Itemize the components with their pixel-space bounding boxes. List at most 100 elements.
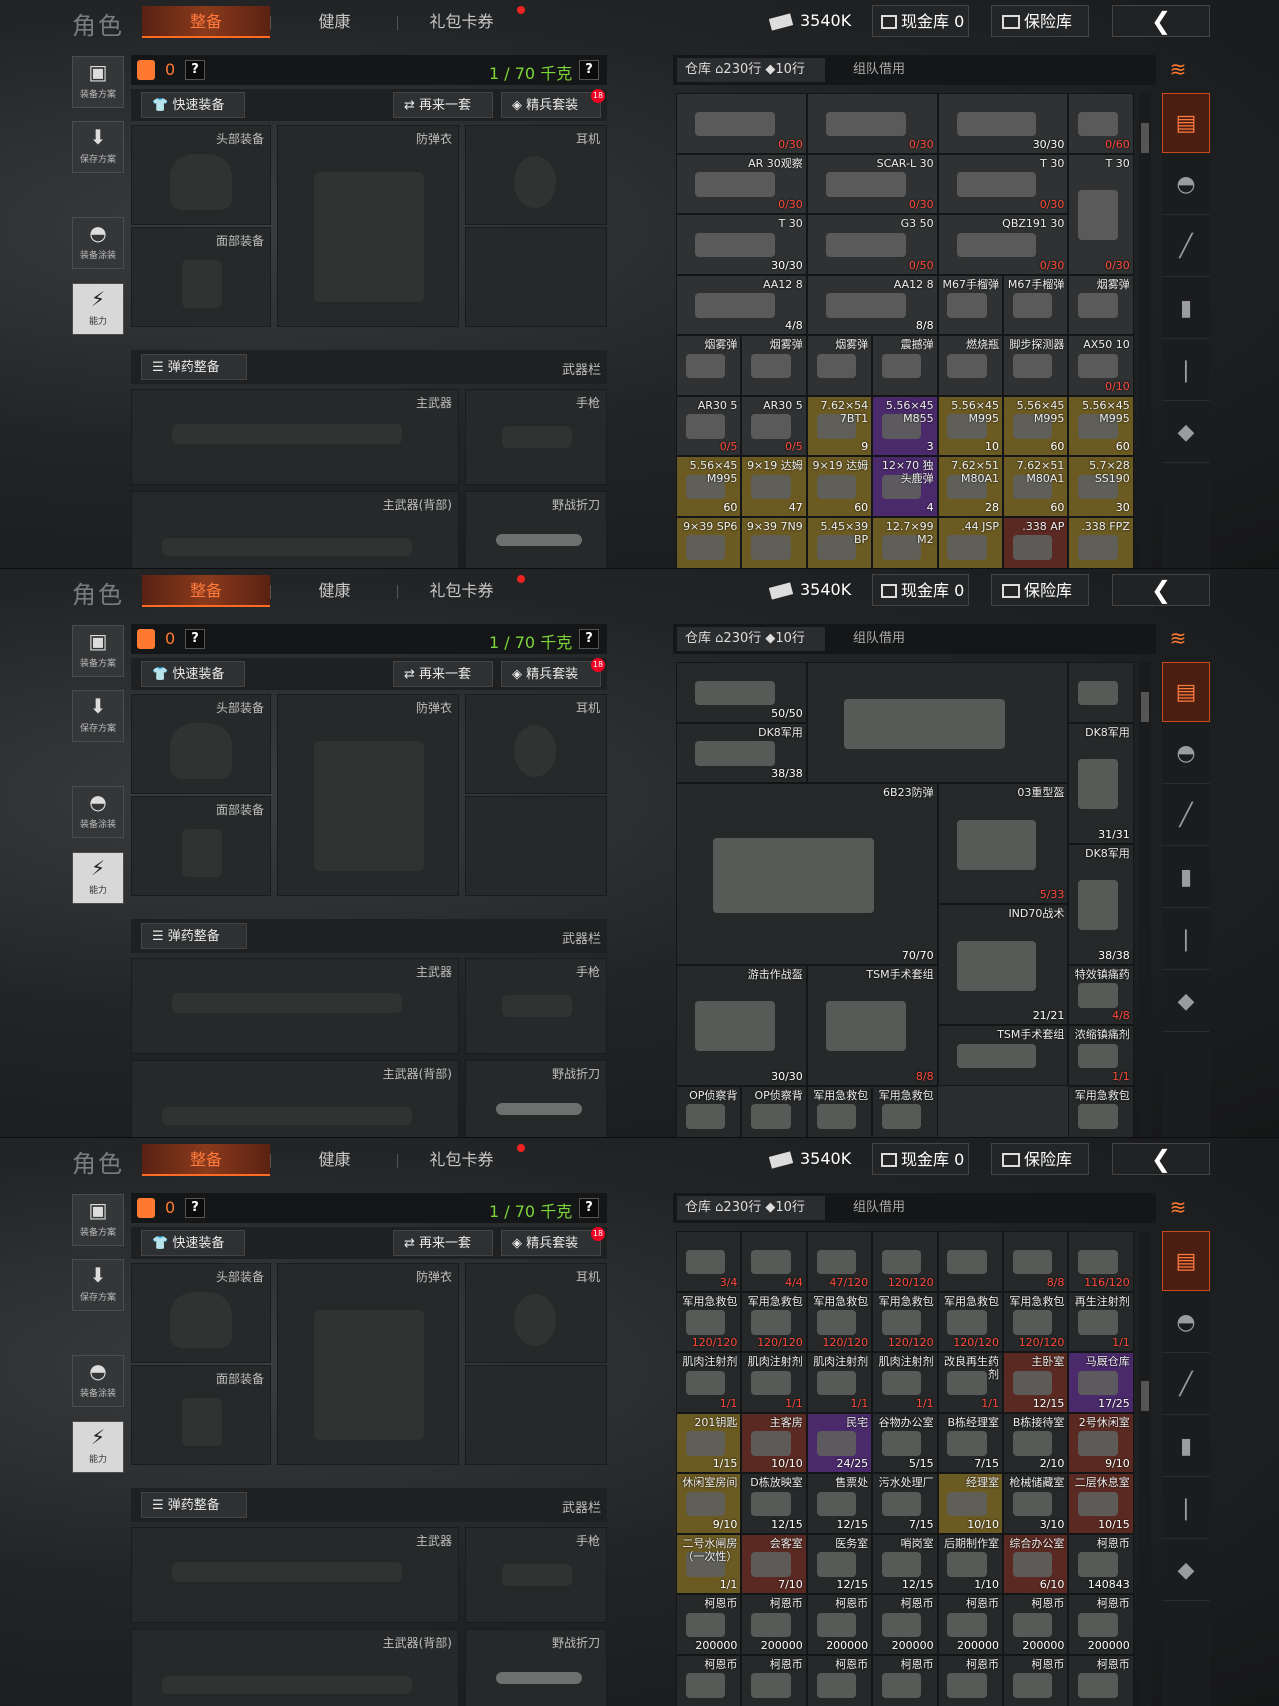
inventory-item[interactable]: T 30 30/30: [676, 214, 807, 275]
elite-set-button[interactable]: ◈ 精兵套装: [501, 661, 601, 687]
loadout-plan-button[interactable]: ▣ 装备方案: [72, 56, 124, 108]
cash-vault-button[interactable]: 现金库 0: [872, 5, 969, 37]
inventory-item[interactable]: 柯恩币 200000: [1003, 1594, 1069, 1655]
team-borrow-tab[interactable]: 组队借用: [853, 627, 905, 651]
inventory-item[interactable]: 柯恩币: [806, 1654, 873, 1706]
inventory-item[interactable]: 柯恩币: [872, 1654, 938, 1706]
inventory-item[interactable]: 5.45×39 BP: [806, 516, 873, 568]
ability-button[interactable]: ⚡ 能力: [72, 852, 124, 904]
inventory-item[interactable]: IND70战术 21/21: [937, 904, 1069, 1025]
inventory-item[interactable]: OP侦察背: [676, 1085, 742, 1137]
inventory-item[interactable]: 肌肉注射剂 1/1: [806, 1352, 873, 1413]
gear-skin-button[interactable]: ◓ 装备涂装: [72, 217, 124, 269]
scroll-thumb[interactable]: [1141, 1381, 1149, 1411]
inventory-item[interactable]: 二层休息室 10/15: [1068, 1473, 1134, 1534]
inventory-item[interactable]: 再生注射剂 1/1: [1068, 1291, 1134, 1352]
ability-button[interactable]: ⚡ 能力: [72, 283, 124, 335]
inventory-item[interactable]: 医务室 12/15: [806, 1533, 873, 1594]
category-storage-all-icon[interactable]: ▤: [1162, 1231, 1210, 1291]
tab-loadout[interactable]: 整备: [142, 1144, 270, 1176]
inventory-item[interactable]: DK8军用 38/38: [1068, 843, 1134, 965]
category-rifle-icon[interactable]: ╱: [1162, 1355, 1210, 1415]
category-helmet-icon[interactable]: ◓: [1162, 155, 1210, 215]
inventory-item[interactable]: 6B23防弹 70/70: [676, 783, 938, 965]
slot-pistol[interactable]: 手枪: [465, 389, 607, 485]
inventory-item[interactable]: .338 AP: [1003, 516, 1069, 568]
inventory-item[interactable]: 7.62×54 7BT1 9: [806, 395, 873, 456]
inventory-item[interactable]: [1068, 662, 1134, 723]
cash-vault-button[interactable]: 现金库 0: [872, 1143, 969, 1175]
inventory-item[interactable]: 03重型盔 5/33: [937, 783, 1069, 904]
back-button[interactable]: ❮: [1112, 574, 1210, 606]
slot-knife[interactable]: 野战折刀: [465, 1060, 607, 1137]
back-button[interactable]: ❮: [1112, 1143, 1210, 1175]
inventory-item[interactable]: 3/4: [676, 1231, 742, 1292]
again-button[interactable]: ⇄ 再来一套: [393, 1230, 493, 1256]
loadout-plan-button[interactable]: ▣ 装备方案: [72, 1194, 124, 1246]
scroll-thumb[interactable]: [1141, 123, 1149, 153]
slot-empty[interactable]: [465, 796, 607, 896]
inventory-item[interactable]: 5.7×28 SS190 30: [1068, 456, 1134, 517]
inventory-item[interactable]: 5.56×45 M995 60: [676, 456, 742, 517]
slot-head[interactable]: 头部装备: [131, 125, 271, 225]
inventory-item[interactable]: 军用急救包 120/120: [937, 1291, 1003, 1352]
inventory-item[interactable]: 柯恩币 200000: [937, 1594, 1003, 1655]
inventory-item[interactable]: 浓缩镇痛剂 1/1: [1068, 1025, 1134, 1086]
slot-primary[interactable]: 主武器: [131, 958, 459, 1054]
inventory-item[interactable]: 售票处 12/15: [806, 1473, 873, 1534]
quick-equip-button[interactable]: 👕 快速装备: [141, 92, 245, 118]
storage-tab[interactable]: 仓库 ⌂230行 ◆10行: [677, 58, 825, 82]
inventory-item[interactable]: 9×39 SP6: [676, 516, 742, 568]
category-ammo-icon[interactable]: ❘: [1162, 910, 1210, 970]
again-button[interactable]: ⇄ 再来一套: [393, 661, 493, 687]
inventory-item[interactable]: 7.62×51 M80A1 28: [937, 456, 1003, 517]
inventory-item[interactable]: 脚步探测器: [1003, 335, 1069, 396]
back-button[interactable]: ❮: [1112, 5, 1210, 37]
save-plan-button[interactable]: ⬇ 保存方案: [72, 121, 124, 173]
quick-equip-button[interactable]: 👕 快速装备: [141, 1230, 245, 1256]
storage-scrollbar[interactable]: [1139, 1231, 1151, 1706]
inventory-item[interactable]: 0/60: [1068, 93, 1134, 154]
inventory-item[interactable]: 马厩仓库 17/25: [1068, 1352, 1134, 1413]
slot-earpiece[interactable]: 耳机: [465, 125, 607, 225]
category-rifle-icon[interactable]: ╱: [1162, 786, 1210, 846]
cash-vault-button[interactable]: 现金库 0: [872, 574, 969, 606]
ammo-loadout-button[interactable]: ☰ 弹药整备: [141, 1492, 247, 1518]
inventory-item[interactable]: AR 30观察 0/30: [676, 153, 807, 214]
slot-face[interactable]: 面部装备: [131, 227, 271, 327]
slot-primary-back[interactable]: 主武器(背部): [131, 1629, 459, 1706]
help-icon[interactable]: ?: [579, 60, 599, 80]
inventory-item[interactable]: 军用急救包 120/120: [806, 1291, 873, 1352]
inventory-item[interactable]: 116/120: [1068, 1231, 1134, 1292]
category-armor-icon[interactable]: ◆: [1162, 403, 1210, 463]
inventory-item[interactable]: 军用急救包 120/120: [1003, 1291, 1069, 1352]
inventory-item[interactable]: AA12 8 8/8: [806, 274, 938, 335]
tab-health[interactable]: 健康: [272, 575, 397, 607]
inventory-item[interactable]: 经理室 10/10: [937, 1473, 1003, 1534]
inventory-item[interactable]: .44 JSP: [937, 516, 1003, 568]
inventory-item[interactable]: 5.56×45 M995 60: [1068, 395, 1134, 456]
inventory-item[interactable]: 9×19 达姆 60: [806, 456, 873, 517]
layers-icon[interactable]: ≋: [1162, 57, 1194, 83]
inventory-item[interactable]: 柯恩币 200000: [1068, 1594, 1134, 1655]
inventory-item[interactable]: 201钥匙 1/15: [676, 1412, 742, 1473]
inventory-item[interactable]: 柯恩币 200000: [676, 1594, 742, 1655]
inventory-item[interactable]: 休闲室房间 9/10: [676, 1473, 742, 1534]
save-plan-button[interactable]: ⬇ 保存方案: [72, 1259, 124, 1311]
tab-gift-cards[interactable]: 礼包卡券: [399, 575, 524, 607]
tab-loadout[interactable]: 整备: [142, 575, 270, 607]
inventory-item[interactable]: B栋经理室 7/15: [937, 1412, 1003, 1473]
inventory-item[interactable]: 47/120: [806, 1231, 873, 1292]
inventory-item[interactable]: 军用急救包: [1068, 1085, 1134, 1137]
help-icon[interactable]: ?: [185, 60, 205, 80]
inventory-item[interactable]: SCAR-L 30 0/30: [806, 153, 938, 214]
category-armor-icon[interactable]: ◆: [1162, 972, 1210, 1032]
team-borrow-tab[interactable]: 组队借用: [853, 58, 905, 82]
inventory-item[interactable]: 军用急救包 120/120: [872, 1291, 938, 1352]
inventory-item[interactable]: 柯恩币: [741, 1654, 807, 1706]
inventory-item[interactable]: 柯恩币 140843: [1068, 1533, 1134, 1594]
inventory-item[interactable]: D栋放映室 12/15: [741, 1473, 807, 1534]
inventory-item[interactable]: 柯恩币: [937, 1654, 1003, 1706]
category-magazine-icon[interactable]: ▮: [1162, 1417, 1210, 1477]
inventory-item[interactable]: 12.7×99 M2: [872, 516, 938, 568]
